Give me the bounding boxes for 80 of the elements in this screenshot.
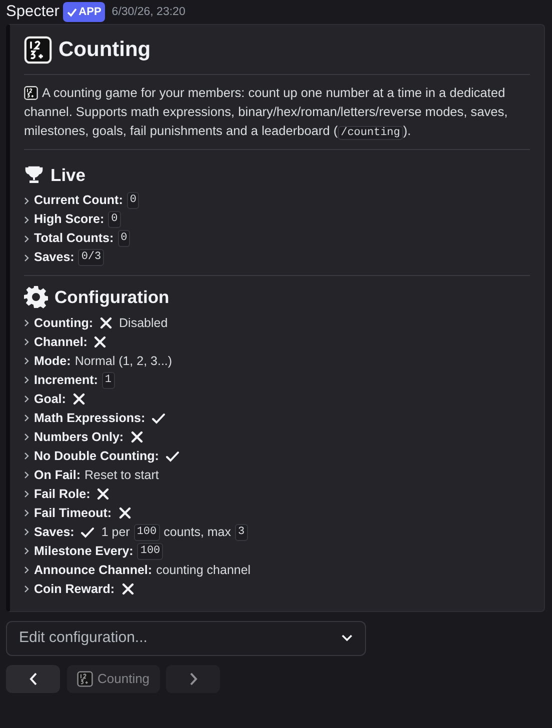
trophy-icon bbox=[24, 164, 44, 185]
counting-icon bbox=[24, 36, 52, 64]
chevron-icon bbox=[24, 395, 29, 403]
field-value: 0/3 bbox=[78, 249, 104, 266]
field-label: Saves: bbox=[34, 524, 74, 540]
section-title: Configuration bbox=[54, 286, 170, 309]
check-icon bbox=[66, 8, 77, 16]
field-value: 100 bbox=[137, 542, 164, 560]
field-label: Announce Channel: bbox=[34, 562, 152, 578]
chevron-icon bbox=[24, 196, 29, 204]
previous-button[interactable] bbox=[6, 664, 60, 692]
field-value: 100 bbox=[134, 524, 160, 540]
embed-title: Counting bbox=[58, 37, 151, 63]
field-value: Reset to start bbox=[84, 466, 159, 484]
field-label: On Fail: bbox=[34, 466, 81, 484]
field-value: Normal (1, 2, 3...) bbox=[74, 352, 172, 370]
field-value: 0 bbox=[108, 211, 121, 228]
field-label: Goal: bbox=[34, 390, 66, 408]
cross-icon bbox=[94, 336, 106, 348]
chevron-icon bbox=[24, 234, 29, 242]
chevron-right-icon bbox=[188, 672, 198, 686]
field-label: No Double Counting: bbox=[34, 448, 159, 465]
check-icon bbox=[152, 412, 166, 424]
cross-icon bbox=[100, 317, 112, 329]
chevron-down-icon bbox=[341, 634, 353, 642]
gear-icon bbox=[24, 285, 48, 310]
chevron-icon bbox=[24, 319, 29, 327]
cross-icon bbox=[118, 507, 131, 519]
field-label: Milestone Every: bbox=[34, 542, 134, 560]
cross-icon bbox=[130, 431, 143, 443]
field-value: 0 bbox=[126, 192, 140, 209]
embed-description: A counting game for your members: count up one number at a time in a dedicated channel. Supports math expressions, binary/hex/roman/letters/reverse modes, saves, milestones, goals, fail punishments and a leaderboard ( /counting ). bbox=[24, 84, 509, 140]
cross-icon bbox=[122, 583, 134, 595]
chevron-icon bbox=[24, 357, 29, 365]
chevron-icon bbox=[24, 433, 29, 441]
field-value: 1 per bbox=[101, 524, 130, 541]
counting-icon bbox=[76, 670, 92, 686]
cross-icon bbox=[72, 393, 85, 405]
chevron-icon bbox=[24, 254, 29, 262]
timestamp: 6/30/26, 23:20 bbox=[112, 5, 186, 20]
check-icon bbox=[166, 450, 179, 462]
chevron-icon bbox=[24, 566, 29, 574]
field-label: Channel: bbox=[34, 334, 88, 350]
field-value: 3 bbox=[235, 524, 248, 540]
chevron-icon bbox=[24, 490, 29, 498]
chevron-left-icon bbox=[28, 672, 38, 686]
select-menu[interactable]: Edit configuration... bbox=[6, 620, 366, 656]
chevron-icon bbox=[24, 414, 29, 422]
chevron-icon bbox=[24, 216, 29, 224]
field-label: Numbers Only: bbox=[34, 428, 124, 446]
field-value: Disabled bbox=[119, 314, 168, 332]
field-value: 0 bbox=[118, 230, 130, 247]
chevron-icon bbox=[24, 452, 29, 460]
field-label: Math Expressions: bbox=[34, 410, 146, 427]
field-label: Fail Role: bbox=[34, 486, 90, 502]
field-value: counting channel bbox=[156, 562, 251, 579]
badge-label: APP bbox=[78, 5, 102, 20]
counting-icon bbox=[24, 86, 38, 100]
section-title: Live bbox=[50, 164, 86, 186]
field-value: 1 bbox=[102, 372, 115, 388]
field-label: High Score: bbox=[34, 211, 104, 228]
field-label: Mode: bbox=[34, 352, 71, 370]
chevron-icon bbox=[24, 376, 29, 384]
chevron-icon bbox=[24, 471, 29, 479]
field-label: Current Count: bbox=[34, 192, 123, 209]
chevron-icon bbox=[24, 528, 29, 536]
chevron-icon bbox=[24, 585, 29, 593]
field-label: Saves: bbox=[34, 249, 74, 266]
field-label: Total Counts: bbox=[34, 230, 114, 247]
chevron-icon bbox=[24, 547, 29, 555]
author-name: Specter bbox=[6, 3, 60, 21]
chevron-icon bbox=[24, 509, 29, 517]
field-label: Counting: bbox=[34, 314, 94, 332]
field-value: counts, max bbox=[164, 524, 232, 540]
check-icon bbox=[81, 526, 94, 538]
cross-icon bbox=[97, 488, 110, 500]
field-label: Coin Reward: bbox=[34, 580, 115, 598]
chevron-icon bbox=[24, 338, 29, 346]
field-label: Fail Timeout: bbox=[34, 504, 112, 522]
field-label: Increment: bbox=[34, 372, 98, 388]
